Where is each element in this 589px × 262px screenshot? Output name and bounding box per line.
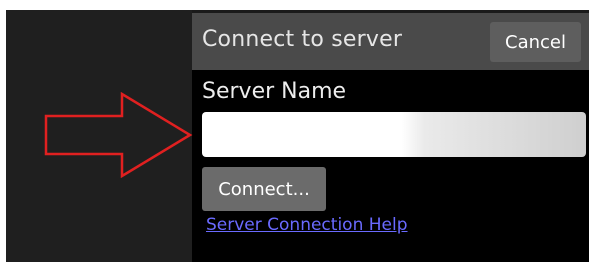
cancel-button[interactable]: Cancel: [490, 22, 581, 62]
server-name-label: Server Name: [202, 79, 347, 104]
arrow-right-icon: [44, 92, 193, 178]
dialog-header: Connect to server Cancel: [192, 13, 589, 70]
server-name-input[interactable]: [202, 112, 586, 157]
server-connection-help-link[interactable]: Server Connection Help: [206, 215, 408, 235]
connect-dialog: Connect to server Cancel Server Name Con…: [192, 13, 589, 262]
connect-button[interactable]: Connect...: [202, 167, 326, 211]
dialog-title: Connect to server: [202, 27, 403, 52]
arrow-outline: [44, 92, 193, 178]
